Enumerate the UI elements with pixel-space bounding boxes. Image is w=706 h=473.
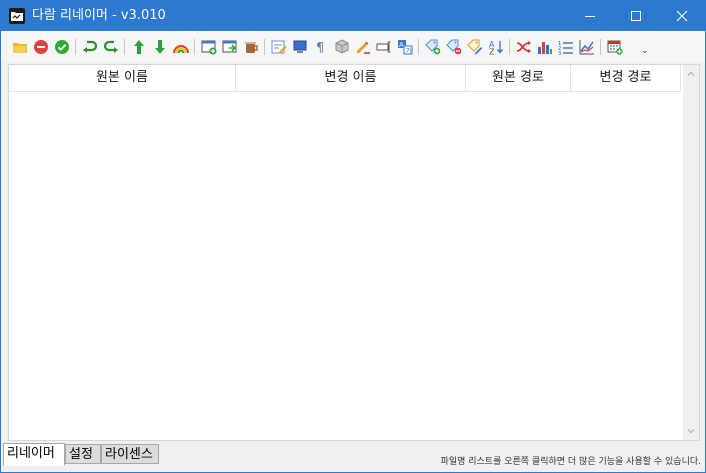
translate-icon: A가 [398, 40, 413, 55]
bar-chart-button[interactable] [536, 38, 554, 56]
pencil-button[interactable] [354, 38, 372, 56]
cube-button[interactable] [333, 38, 351, 56]
pencil-icon [357, 41, 370, 54]
remove-icon [34, 40, 48, 54]
column-header-new-name[interactable]: 변경 이름 [236, 65, 466, 91]
edit-note-button[interactable] [270, 38, 288, 56]
rainbow-icon [173, 45, 189, 54]
edit-note-icon [271, 40, 287, 54]
column-header-new-path[interactable]: 변경 경로 [571, 65, 681, 91]
toolbar-separator [509, 39, 510, 55]
toolbar-separator [124, 39, 125, 55]
tag-add-icon [425, 39, 441, 55]
svg-text:A: A [399, 41, 404, 49]
text-field-icon [376, 41, 391, 53]
tag-edit-icon [467, 39, 483, 55]
shuffle-button[interactable] [515, 38, 533, 56]
svg-text:가: 가 [405, 46, 412, 55]
sort-az-button[interactable]: AZ [487, 38, 505, 56]
remove-button[interactable] [32, 38, 50, 56]
folder-open-icon [13, 43, 27, 53]
title-bar[interactable]: 다람 리네이머 - v3.010 [1, 1, 705, 31]
tag-edit-button[interactable] [466, 38, 484, 56]
sort-az-icon: AZ [489, 40, 504, 56]
paragraph-icon: ¶ [316, 41, 324, 55]
toolbar-separator [264, 39, 265, 55]
calendar-add-button[interactable] [606, 38, 624, 56]
import-window-icon [222, 40, 237, 53]
svg-text:Z: Z [489, 48, 495, 56]
redo-icon [103, 40, 118, 53]
move-up-icon [134, 40, 144, 54]
column-header-original-name[interactable]: 원본 이름 [9, 65, 236, 91]
line-chart-button[interactable] [578, 38, 596, 56]
paragraph-button[interactable]: ¶ [312, 38, 330, 56]
scroll-down-icon[interactable] [686, 426, 696, 436]
undo-button[interactable] [81, 38, 99, 56]
svg-text:3: 3 [558, 51, 561, 55]
move-up-button[interactable] [130, 38, 148, 56]
toolbar-separator [600, 39, 601, 55]
app-window: 다람 리네이머 - v3.010 ⌄ ¶ A 가 A Z 1 2 3 원본 이름 변경 이름 … [0, 0, 706, 473]
text-field-button[interactable] [375, 38, 393, 56]
mug-button[interactable] [242, 38, 260, 56]
app-logo-icon [9, 8, 25, 24]
redo-button[interactable] [102, 38, 120, 56]
window-title: 다람 리네이머 - v3.010 [32, 8, 166, 23]
toolbar-overflow-button[interactable]: ⌄ [641, 46, 649, 56]
numbered-list-button[interactable]: 123 [557, 38, 575, 56]
svg-text:¶: ¶ [316, 41, 324, 55]
maximize-button[interactable] [613, 1, 659, 31]
shuffle-icon [516, 41, 531, 53]
column-header-original-path[interactable]: 원본 경로 [466, 65, 571, 91]
apply-check-icon [55, 40, 69, 54]
toolbar-separator [418, 39, 419, 55]
vertical-scrollbar[interactable] [683, 65, 699, 440]
toolbar: ⌄ ¶ A 가 A Z 1 2 3 [1, 31, 705, 63]
scroll-up-icon[interactable] [686, 69, 696, 79]
folder-open-button[interactable] [11, 38, 29, 56]
maximize-icon [631, 11, 641, 21]
rainbow-button[interactable] [172, 38, 190, 56]
tag-add-button[interactable] [424, 38, 442, 56]
tag-remove-button[interactable] [445, 38, 463, 56]
apply-check-button[interactable] [53, 38, 71, 56]
tab-renamer[interactable]: 리네이머 [3, 443, 65, 466]
minimize-button[interactable] [567, 1, 613, 31]
line-chart-icon [579, 40, 594, 55]
minimize-icon [585, 16, 595, 17]
tab-license[interactable]: 라이센스 [101, 444, 159, 464]
undo-icon [83, 40, 98, 53]
bar-chart-icon [538, 42, 552, 54]
blue-window-icon [293, 40, 307, 53]
close-icon [676, 10, 688, 22]
move-down-button[interactable] [151, 38, 169, 56]
status-hint: 파일명 리스트를 오른쪽 클릭하면 더 많은 기능을 사용할 수 있습니다. [440, 457, 701, 467]
import-window-button[interactable] [221, 38, 239, 56]
blue-window-button[interactable] [291, 38, 309, 56]
close-button[interactable] [659, 1, 705, 31]
mug-icon [245, 42, 258, 53]
move-down-icon [155, 40, 165, 54]
list-header: 원본 이름 변경 이름 원본 경로 변경 경로 [9, 65, 681, 92]
toolbar-separator [194, 39, 195, 55]
toolbar-separator [75, 39, 76, 55]
translate-button[interactable]: A가 [396, 38, 414, 56]
cube-icon [335, 39, 349, 54]
calendar-add-icon [607, 40, 623, 55]
tab-settings[interactable]: 설정 [65, 444, 101, 464]
file-list[interactable]: 원본 이름 변경 이름 원본 경로 변경 경로 [8, 64, 700, 441]
numbered-list-icon: 123 [558, 41, 573, 55]
add-window-icon [201, 40, 217, 55]
add-window-button[interactable] [200, 38, 218, 56]
tag-remove-icon [446, 39, 462, 55]
